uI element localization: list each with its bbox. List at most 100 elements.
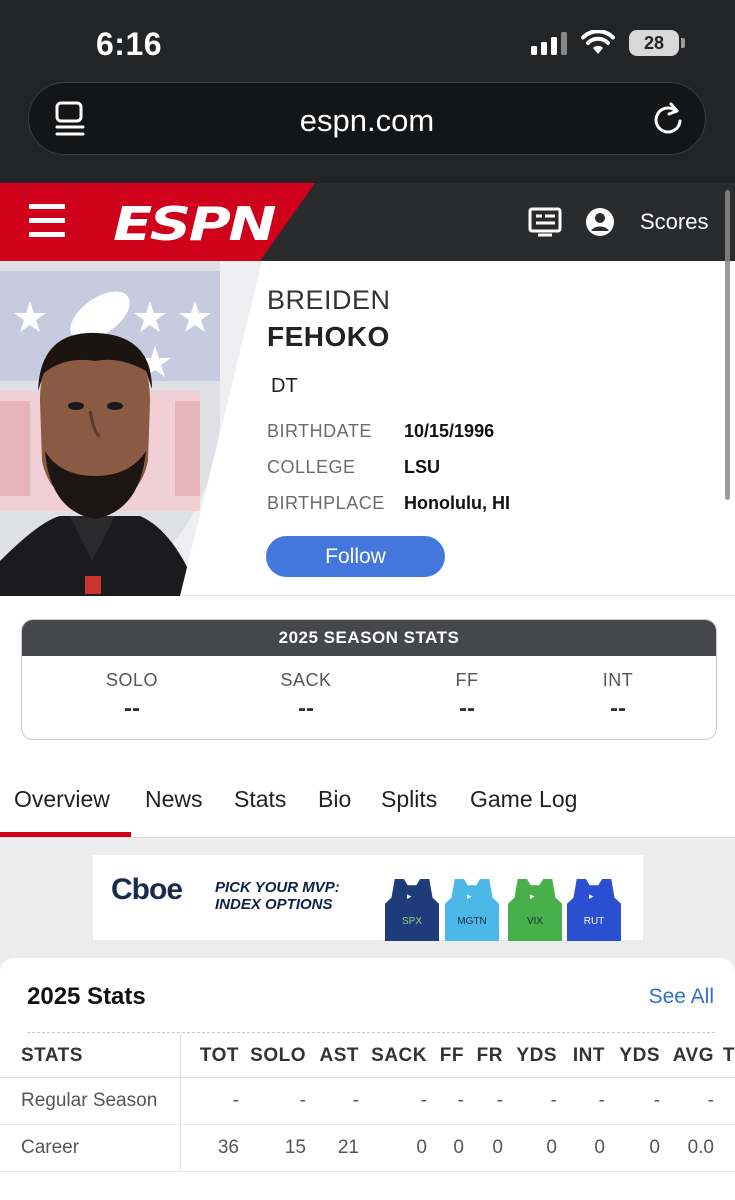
- wifi-icon: [581, 30, 615, 54]
- column-header: YDS: [605, 1035, 660, 1078]
- tab-overview[interactable]: Overview: [14, 786, 110, 813]
- column-header: INT: [557, 1035, 605, 1078]
- table-cell: -: [503, 1077, 557, 1125]
- table-cell: 15: [239, 1124, 306, 1172]
- info-row-college: COLLEGE LSU: [267, 457, 440, 478]
- scrollbar-thumb[interactable]: [725, 190, 730, 500]
- tab-splits[interactable]: Splits: [381, 786, 437, 813]
- table-cell: -: [306, 1077, 359, 1125]
- info-value: Honolulu, HI: [404, 493, 510, 513]
- tab-game-log[interactable]: Game Log: [470, 786, 577, 813]
- status-icons: 28: [531, 30, 685, 56]
- column-header: YDS: [503, 1035, 557, 1078]
- table-cell: -: [605, 1077, 660, 1125]
- table-cell: 0: [503, 1124, 557, 1172]
- season-stat-label: INT: [602, 670, 634, 690]
- table-cell: Regular Season: [0, 1077, 181, 1125]
- player-tabs: Overview News Stats Bio Splits Game Log: [0, 760, 735, 838]
- column-header: FR: [464, 1035, 503, 1078]
- season-stat-value: --: [459, 695, 475, 722]
- season-stat-label: FF: [455, 670, 479, 690]
- jersey-mgtn: ▸ MGTN: [445, 879, 499, 941]
- season-stats-title: 2025 SEASON STATS: [22, 620, 716, 656]
- ad-brand-logo: Cboe: [111, 873, 183, 906]
- table-cell: 21: [306, 1124, 359, 1172]
- table-cell: -: [557, 1077, 605, 1125]
- stats-card-title: 2025 Stats: [27, 983, 146, 1010]
- menu-icon[interactable]: [29, 204, 65, 240]
- table-cell: -: [180, 1077, 239, 1125]
- table-cell: 0: [605, 1124, 660, 1172]
- cellular-signal-icon: [531, 31, 567, 55]
- info-row-birthplace: BIRTHPLACE Honolulu, HI: [267, 493, 510, 514]
- season-stat-sack: SACK --: [246, 670, 366, 723]
- column-header: T: [714, 1035, 735, 1078]
- info-label: BIRTHPLACE: [267, 493, 385, 513]
- see-all-link[interactable]: See All: [649, 985, 714, 1009]
- active-tab-indicator: [0, 832, 131, 837]
- column-header: STATS: [0, 1035, 181, 1078]
- column-header: AST: [306, 1035, 359, 1078]
- stats-table: STATS TOT SOLO AST SACK FF FR YDS INT YD…: [0, 1035, 735, 1172]
- info-label: COLLEGE: [267, 457, 356, 477]
- jersey-mark-icon: ▸: [467, 891, 472, 901]
- jersey-spx: ▸ SPX: [385, 879, 439, 941]
- column-header: TOT: [180, 1035, 239, 1078]
- battery-icon: 28: [629, 30, 685, 56]
- url-text[interactable]: espn.com: [29, 103, 705, 139]
- column-header: AVG: [660, 1035, 714, 1078]
- table-cell: 0: [427, 1124, 464, 1172]
- info-value: 10/15/1996: [404, 421, 495, 441]
- column-header: FF: [427, 1035, 464, 1078]
- table-cell: 0: [464, 1124, 503, 1172]
- espn-logo[interactable]: ESPN: [113, 197, 276, 251]
- jersey-vix: ▸ VIX: [508, 879, 562, 941]
- user-icon[interactable]: [585, 207, 615, 237]
- address-bar[interactable]: espn.com: [28, 82, 706, 155]
- table-cell: 36: [180, 1124, 239, 1172]
- table-cell: -: [427, 1077, 464, 1125]
- scores-link[interactable]: Scores: [640, 209, 708, 235]
- table-header-row: STATS TOT SOLO AST SACK FF FR YDS INT YD…: [0, 1035, 735, 1078]
- ad-headline-line2: INDEX OPTIONS: [215, 896, 333, 913]
- table-row: Regular Season - - - - - - - - - -: [0, 1077, 735, 1125]
- follow-button[interactable]: Follow: [266, 536, 445, 577]
- stats-card: 2025 Stats See All STATS TOT SOLO AST SA…: [0, 958, 735, 1200]
- table-row: Career 36 15 21 0 0 0 0 0 0 0.0: [0, 1124, 735, 1172]
- season-stat-int: INT --: [558, 670, 678, 723]
- nfl-shield-background: [0, 261, 260, 596]
- table-cell: -: [660, 1077, 714, 1125]
- tab-bio[interactable]: Bio: [318, 786, 351, 813]
- tab-news[interactable]: News: [145, 786, 203, 813]
- table-cell: 0.0: [660, 1124, 714, 1172]
- info-value: LSU: [404, 457, 440, 477]
- table-cell: 0: [557, 1124, 605, 1172]
- season-stat-solo: SOLO --: [72, 670, 192, 723]
- jersey-mark-icon: ▸: [530, 891, 535, 901]
- news-icon[interactable]: [528, 207, 562, 237]
- column-header: SACK: [359, 1035, 427, 1078]
- divider: [27, 1032, 715, 1033]
- info-label: BIRTHDATE: [267, 421, 372, 441]
- espn-header: ESPN: [0, 183, 735, 261]
- season-stat-ff: FF --: [407, 670, 527, 723]
- advertisement-banner[interactable]: Cboe PICK YOUR MVP: INDEX OPTIONS ▸ SPX …: [93, 855, 643, 941]
- season-stats-card: 2025 SEASON STATS SOLO -- SACK -- FF -- …: [21, 619, 717, 740]
- tab-stats[interactable]: Stats: [234, 786, 286, 813]
- player-first-name: BREIDEN: [267, 285, 391, 315]
- season-stat-label: SACK: [280, 670, 332, 690]
- status-time: 6:16: [96, 26, 163, 62]
- table-cell: Career: [0, 1124, 181, 1172]
- jersey-label: VIX: [526, 916, 544, 927]
- jersey-rut: ▸ RUT: [567, 879, 621, 941]
- player-last-name: FEHOKO: [267, 321, 390, 352]
- season-stat-value: --: [298, 695, 314, 722]
- table-cell: -: [359, 1077, 427, 1125]
- jersey-label: RUT: [583, 916, 605, 927]
- season-stat-label: SOLO: [105, 670, 159, 690]
- table-cell: -: [239, 1077, 306, 1125]
- jersey-label: MGTN: [457, 916, 487, 927]
- reload-icon[interactable]: [651, 101, 685, 137]
- table-cell: [714, 1124, 735, 1172]
- table-cell: 0: [359, 1124, 427, 1172]
